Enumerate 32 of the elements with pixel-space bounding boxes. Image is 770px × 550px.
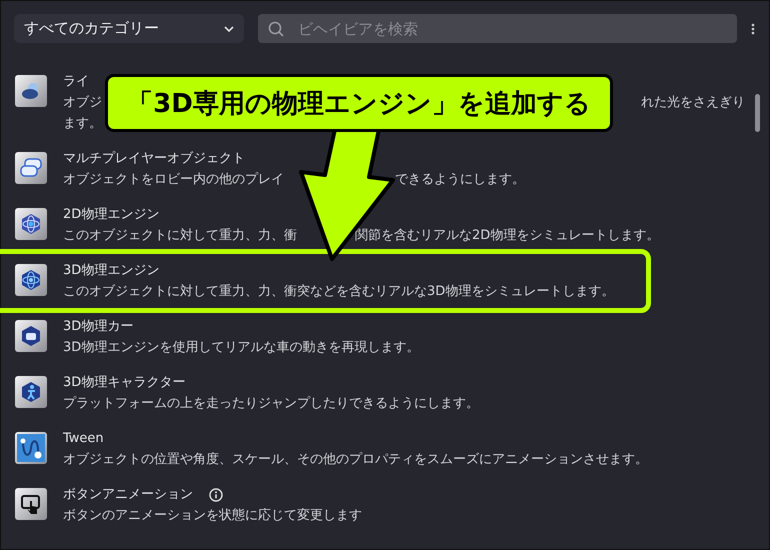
behavior-description: プラットフォームの上を走ったりジャンプしたりできるようにします。 — [63, 395, 479, 413]
more-options-icon[interactable] — [751, 22, 755, 34]
atom-icon — [20, 269, 42, 291]
search-field[interactable]: ビヘイビアを検索 — [258, 14, 737, 43]
behavior-description: できるようにします。 — [395, 171, 525, 189]
behavior-description: ボタンのアニメーションを状態に応じて変更します — [63, 507, 362, 525]
behavior-title: 3D物理エンジン — [63, 262, 160, 280]
running-figure-icon — [20, 381, 42, 403]
scrollbar-thumb[interactable] — [755, 94, 760, 132]
behavior-description: オブジェクトの位置や角度、スケール、その他のプロパティをスムーズにアニメーションさせます。 — [63, 451, 648, 469]
behavior-description: 関節を含むリアルな2D物理をシミュレートします。 — [355, 227, 660, 245]
behavior-title: ライ — [63, 73, 89, 91]
behavior-title: 2D物理エンジン — [63, 206, 160, 224]
behavior-description: オブジェクトをロビー内の他のプレイ — [63, 171, 284, 189]
behavior-description: ます。 — [63, 115, 102, 133]
behavior-description: れた光をさえぎり — [641, 94, 745, 112]
callout-banner: 「3D専用の物理エンジン」を追加する — [105, 74, 613, 132]
touch-button-icon — [20, 493, 42, 515]
behavior-description: このオブジェクトに対して重力、力、衝突などを含むリアルな3D物理をシミュレートします。 — [63, 283, 614, 301]
behavior-title: Tween — [63, 430, 104, 448]
behavior-title: マルチプレイヤーオブジェクト — [63, 150, 245, 168]
behavior-description: 3D物理エンジンを使用してリアルな車の動きを再現します。 — [63, 339, 420, 357]
behavior-description: オブジ — [63, 94, 102, 112]
category-dropdown[interactable]: すべてのカテゴリー — [14, 14, 244, 43]
info-icon[interactable] — [209, 488, 223, 502]
search-icon — [268, 21, 284, 37]
atom-icon — [20, 213, 42, 235]
behavior-description: このオブジェクトに対して重力、力、衝 — [63, 227, 297, 245]
behavior-title: 3D物理キャラクター — [63, 374, 186, 392]
chevron-down-icon — [224, 26, 234, 32]
behavior-title: ボタンアニメーション — [63, 486, 193, 504]
behavior-title: 3D物理カー — [63, 318, 134, 336]
